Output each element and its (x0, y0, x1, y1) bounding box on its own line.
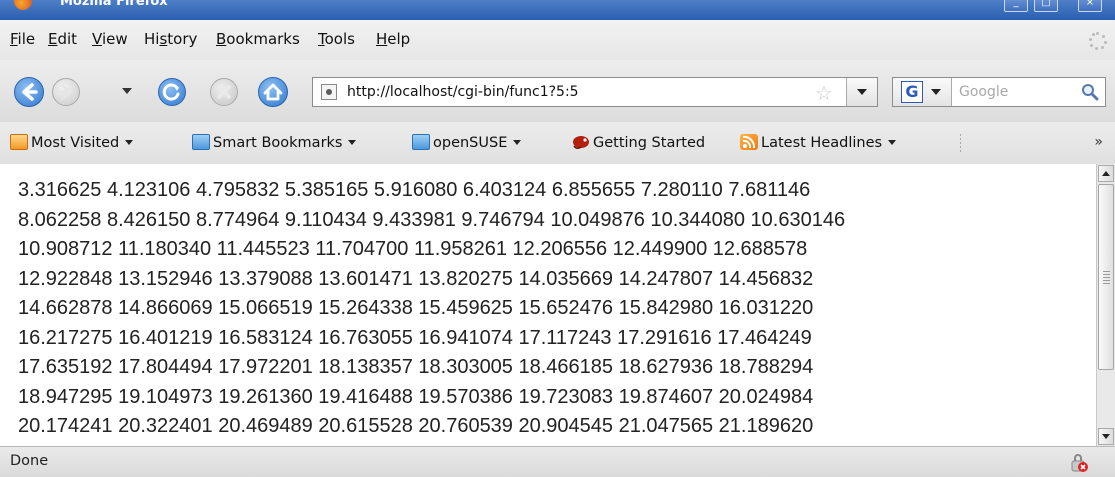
google-icon: G (901, 81, 923, 103)
grip-icon (1103, 271, 1110, 285)
back-arrow-icon (22, 83, 38, 101)
history-dropdown-icon[interactable] (122, 88, 132, 94)
menu-help[interactable]: Help (376, 30, 410, 48)
close-window-button[interactable]: × (1078, 0, 1102, 12)
status-text: Done (10, 453, 49, 469)
toolbar-separator (960, 134, 961, 154)
activity-throbber-icon (1089, 32, 1107, 50)
scrollbar-thumb[interactable] (1098, 184, 1114, 370)
bookmarks-overflow-button[interactable]: » (1094, 134, 1103, 150)
vertical-scrollbar[interactable] (1096, 164, 1115, 446)
bookmark-opensuse[interactable]: openSUSE (412, 134, 522, 154)
folder-icon (412, 134, 430, 150)
output-line: 8.062258 8.426150 8.774964 9.110434 9.43… (18, 208, 846, 231)
output-line: 20.174241 20.322401 20.469489 20.615528 … (18, 415, 814, 437)
menu-history[interactable]: History (144, 30, 197, 48)
search-engine-selector[interactable]: G (893, 78, 952, 106)
most-visited-folder-icon (10, 134, 28, 150)
output-line: 3.316625 4.123106 4.795832 5.385165 5.91… (18, 179, 811, 201)
back-button[interactable] (14, 77, 44, 107)
stop-icon (217, 85, 231, 99)
output-line: 16.217275 16.401219 16.583124 16.763055 … (18, 326, 812, 349)
status-bar: Done (0, 446, 1115, 477)
menu-bar: File Edit View History Bookmarks Tools H… (0, 20, 1115, 60)
chevron-down-icon (931, 89, 941, 95)
chevron-down-icon (125, 140, 134, 145)
bookmark-latest-headlines[interactable]: Latest Headlines (740, 134, 897, 154)
home-icon (263, 83, 283, 101)
site-identity-icon[interactable] (321, 84, 337, 100)
scroll-down-button[interactable] (1098, 428, 1114, 445)
url-text[interactable]: http://localhost/cgi-bin/func1?5:5 (347, 84, 579, 100)
menu-edit[interactable]: Edit (48, 30, 77, 48)
forward-button[interactable] (52, 78, 80, 106)
reload-icon (162, 83, 180, 101)
browser-window: Mozilla Firefox _ □ × File Edit View His… (0, 0, 1115, 477)
window-title: Mozilla Firefox (60, 0, 168, 9)
chevron-down-icon (348, 140, 357, 145)
menu-bookmarks[interactable]: Bookmarks (216, 30, 300, 48)
menu-view[interactable]: View (92, 30, 128, 48)
chevron-down-icon (513, 140, 522, 145)
navigation-toolbar: http://localhost/cgi-bin/func1?5:5 ☆ G G… (0, 60, 1115, 122)
page-content: 3.316625 4.123106 4.795832 5.385165 5.91… (0, 164, 1096, 446)
stop-button[interactable] (210, 78, 238, 106)
output-line: 18.947295 19.104973 19.261360 19.416488 … (18, 385, 814, 408)
chevron-down-icon (888, 140, 897, 145)
maximize-button[interactable]: □ (1034, 0, 1058, 12)
opensuse-chameleon-icon (573, 136, 589, 150)
address-bar[interactable]: http://localhost/cgi-bin/func1?5:5 ☆ (312, 77, 878, 107)
output-text: 3.316625 4.123106 4.795832 5.385165 5.91… (18, 176, 845, 442)
output-line: 14.662878 14.866069 15.066519 15.264338 … (18, 297, 814, 319)
rss-icon (740, 134, 758, 150)
bookmark-smart-bookmarks[interactable]: Smart Bookmarks (192, 134, 357, 154)
bookmark-most-visited[interactable]: Most Visited (10, 134, 134, 154)
scroll-up-button[interactable] (1098, 165, 1114, 182)
output-line: 10.908712 11.180340 11.445523 11.704700 … (18, 238, 808, 260)
folder-icon (192, 134, 210, 150)
search-bar[interactable]: G Google (892, 77, 1106, 107)
search-input[interactable]: Google (959, 84, 1008, 100)
forward-arrow-icon (57, 84, 72, 100)
bookmark-star-icon[interactable]: ☆ (815, 81, 833, 105)
insecure-connection-icon[interactable] (1069, 453, 1089, 473)
firefox-logo-icon (14, 0, 32, 10)
output-line: 12.922848 13.152946 13.379088 13.601471 … (18, 267, 814, 290)
output-line: 17.635192 17.804494 17.972201 18.138357 … (18, 356, 814, 378)
home-button[interactable] (258, 77, 288, 107)
url-history-dropdown-button[interactable] (846, 78, 877, 106)
reload-button[interactable] (158, 78, 186, 106)
bookmark-getting-started[interactable]: Getting Started (572, 134, 705, 154)
minimize-button[interactable]: _ (1004, 0, 1028, 12)
menu-file[interactable]: File (10, 30, 35, 48)
menu-tools[interactable]: Tools (318, 30, 355, 48)
title-bar: Mozilla Firefox _ □ × (0, 0, 1115, 20)
bookmarks-toolbar: Most Visited Smart Bookmarks openSUSE Ge… (0, 122, 1115, 165)
search-icon[interactable] (1081, 83, 1099, 101)
